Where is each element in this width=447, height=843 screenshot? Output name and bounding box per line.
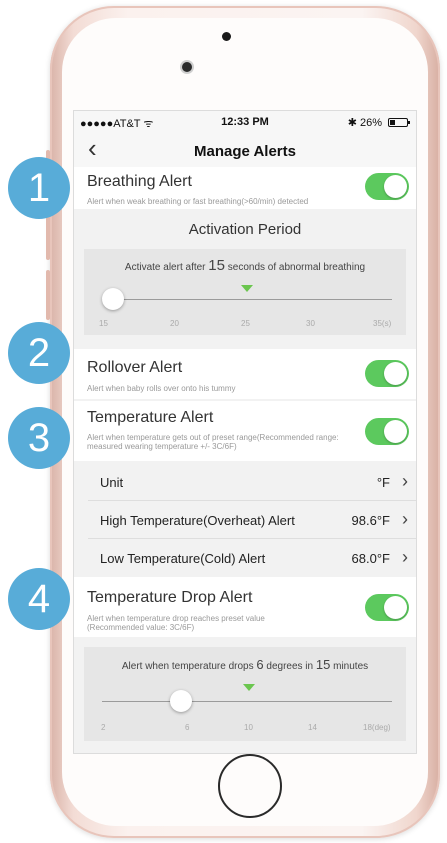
callout-badge: 4: [8, 568, 70, 630]
slider-tick: 2: [101, 723, 106, 732]
toggle-knob: [384, 596, 407, 619]
battery-label: ✱ 26%: [347, 117, 382, 129]
rollover-alert-row: Rollover Alert Alert when baby rolls ove…: [74, 349, 416, 399]
activation-value: 15: [208, 257, 225, 274]
breathing-alert-row: Breathing Alert Alert when weak breathin…: [74, 167, 416, 209]
temperature-alert-desc: Alert when temperature gets out of prese…: [87, 433, 339, 451]
toggle-knob: [384, 420, 407, 443]
rollover-alert-desc: Alert when baby rolls over onto his tumm…: [87, 384, 236, 393]
chevron-right-icon: ›: [402, 509, 408, 529]
default-marker-icon: [241, 285, 253, 292]
temp-drop-text: Alert when temperature drops 6 degrees i…: [84, 657, 406, 672]
temperature-settings: Unit °F › High Temperature(Overheat) Ale…: [74, 463, 416, 575]
toggle-knob: [384, 362, 407, 385]
temp-drop-alert-title: Temperature Drop Alert: [87, 589, 253, 606]
temp-setting-label: Low Temperature(Cold) Alert: [100, 551, 266, 566]
temp-drop-panel: Alert when temperature drops 6 degrees i…: [84, 647, 406, 741]
slider-tick: 14: [308, 723, 317, 732]
slider-tick: 15: [99, 319, 108, 328]
callout-badge: 3: [8, 407, 70, 469]
activation-slider-thumb[interactable]: [102, 288, 124, 310]
home-button[interactable]: [218, 754, 282, 818]
activation-panel: Activate alert after 15 seconds of abnor…: [84, 249, 406, 335]
slider-tick: 30: [306, 319, 315, 328]
activation-prefix: Activate alert after: [124, 262, 206, 273]
temp-setting-row[interactable]: Low Temperature(Cold) Alert 68.0°F ›: [74, 539, 416, 575]
side-button: [46, 270, 50, 320]
temperature-alert-row: Temperature Alert Alert when temperature…: [74, 401, 416, 461]
toggle-knob: [384, 175, 407, 198]
rollover-alert-toggle[interactable]: [365, 360, 409, 387]
temp-setting-row[interactable]: High Temperature(Overheat) Alert 98.6°F …: [74, 501, 416, 538]
temp-setting-label: High Temperature(Overheat) Alert: [100, 513, 295, 528]
chevron-right-icon: ›: [402, 547, 408, 567]
activation-title: Activation Period: [188, 221, 302, 238]
activation-suffix: seconds of abnormal breathing: [227, 262, 366, 273]
slider-tick: 18(deg): [363, 723, 391, 732]
temp-setting-label: Unit: [100, 475, 124, 490]
slider-tick: 6: [185, 723, 190, 732]
battery-icon: [388, 118, 410, 127]
speaker: [222, 32, 231, 41]
temp-setting-value: 98.6°F: [351, 513, 390, 528]
temp-drop-prefix: Alert when temperature drops: [121, 661, 254, 672]
page-title: Manage Alerts: [194, 143, 296, 160]
nav-bar: ‹ Manage Alerts: [74, 133, 416, 167]
app-screen: ●●●●●AT&T ᯤ 12:33 PM ✱ 26% ‹ Manage Aler…: [73, 110, 417, 754]
temp-drop-alert-toggle[interactable]: [365, 594, 409, 621]
chevron-right-icon: ›: [402, 471, 408, 491]
slider-tick: 20: [170, 319, 179, 328]
breathing-alert-title: Breathing Alert: [87, 173, 192, 190]
breathing-alert-desc: Alert when weak breathing or fast breath…: [87, 197, 309, 206]
temp-drop-slider-thumb[interactable]: [170, 690, 192, 712]
callout-badge: 2: [8, 322, 70, 384]
activation-slider-track[interactable]: [102, 299, 392, 300]
activation-section: Activation Period Activate alert after 1…: [74, 209, 416, 347]
temp-drop-suffix: minutes: [333, 661, 369, 672]
slider-tick: 10: [244, 723, 253, 732]
temperature-alert-toggle[interactable]: [365, 418, 409, 445]
temp-drop-slider-track[interactable]: [102, 701, 392, 702]
rollover-alert-title: Rollover Alert: [87, 359, 183, 376]
activation-text: Activate alert after 15 seconds of abnor…: [84, 257, 406, 274]
callout-badge: 1: [8, 157, 70, 219]
temp-drop-degrees: 6: [256, 657, 264, 672]
temp-setting-row[interactable]: Unit °F ›: [74, 463, 416, 500]
temp-setting-value: °F: [376, 475, 390, 490]
temperature-alert-title: Temperature Alert: [87, 409, 214, 426]
slider-tick: 35(s): [373, 319, 392, 328]
temp-drop-alert-row: Temperature Drop Alert Alert when temper…: [74, 577, 416, 637]
front-camera: [182, 62, 192, 72]
temp-drop-middle: degrees in: [266, 661, 314, 672]
slider-tick: 25: [241, 319, 250, 328]
temp-drop-minutes: 15: [315, 657, 331, 672]
breathing-alert-toggle[interactable]: [365, 173, 409, 200]
temp-setting-value: 68.0°F: [351, 551, 390, 566]
status-bar: ●●●●●AT&T ᯤ 12:33 PM ✱ 26%: [74, 111, 416, 133]
temp-drop-alert-desc: Alert when temperature drop reaches pres…: [87, 614, 265, 632]
default-marker-icon: [243, 684, 255, 691]
temp-drop-section: Alert when temperature drops 6 degrees i…: [74, 639, 416, 753]
